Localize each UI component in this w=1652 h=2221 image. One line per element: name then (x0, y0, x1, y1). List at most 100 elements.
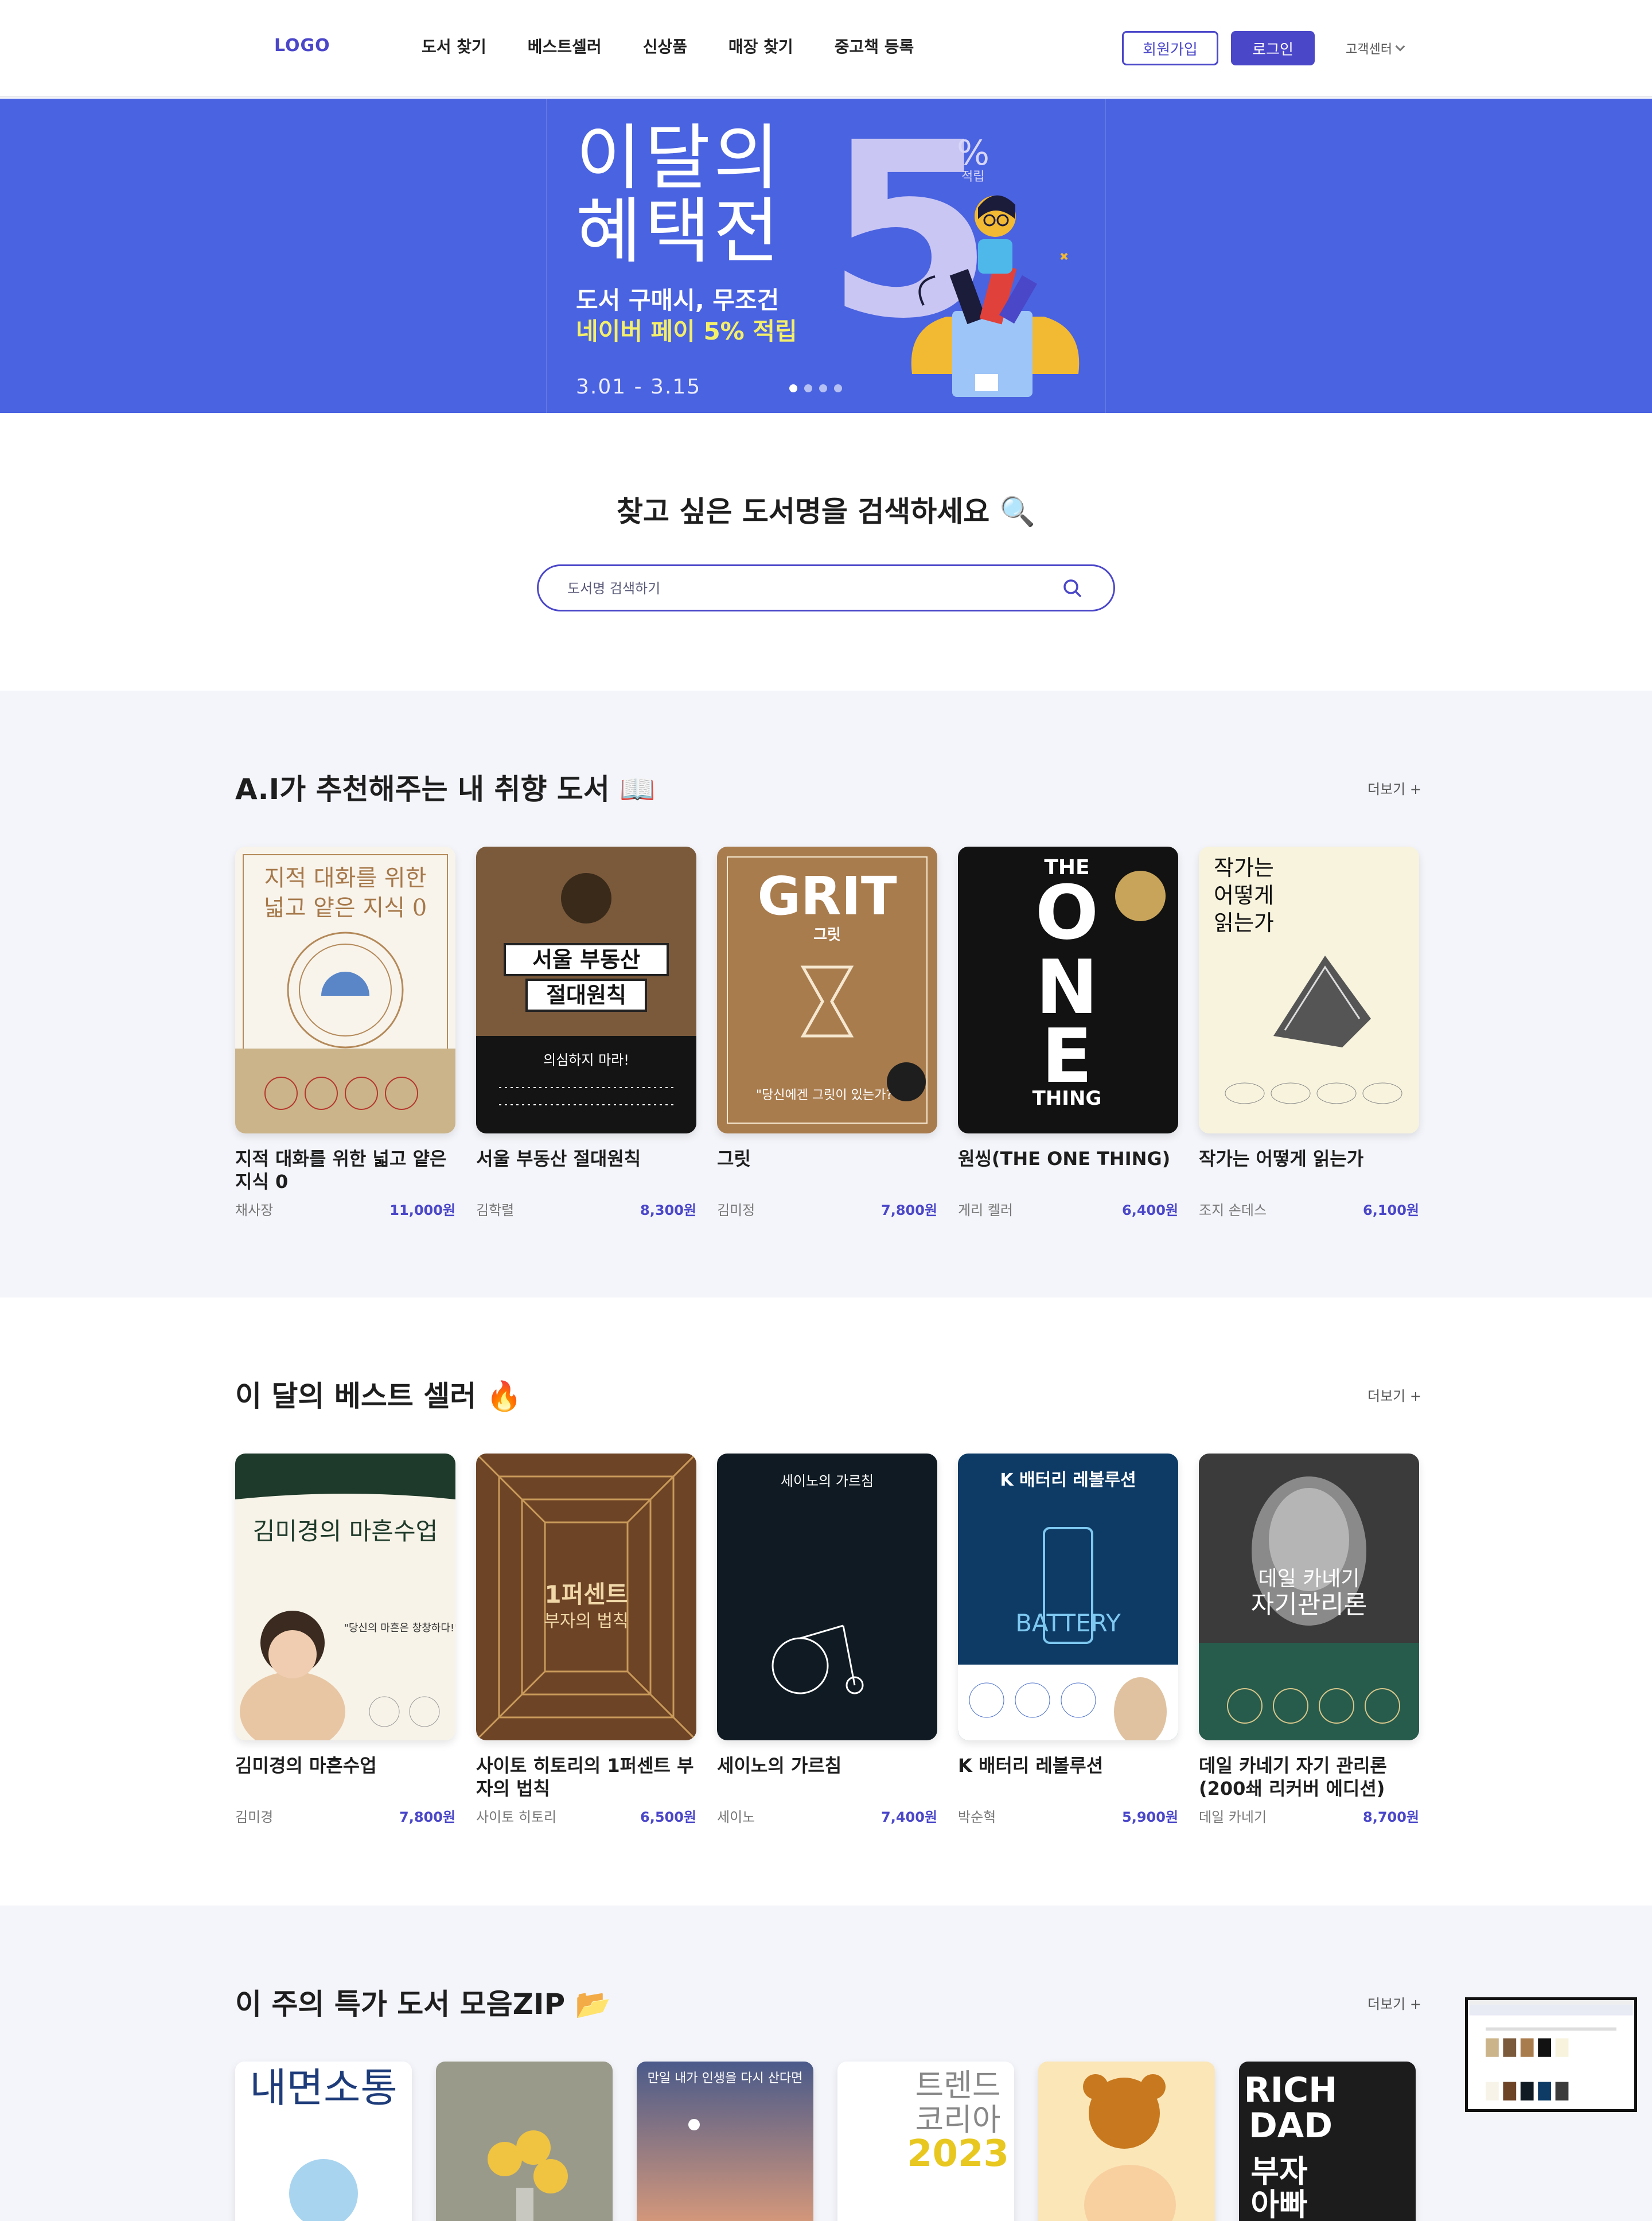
book-cover[interactable]: 1퍼센트 부자의 법칙 (476, 1454, 696, 1740)
book-price: 6,400원 (1122, 1202, 1178, 1218)
slide-dot-4[interactable] (834, 384, 842, 392)
nav-bestseller[interactable]: 베스트셀러 (528, 34, 602, 57)
nav-find-books[interactable]: 도서 찾기 (422, 34, 486, 57)
svg-text:2023: 2023 (907, 2133, 1009, 2175)
book-card[interactable]: 김미경의 마흔수업 "당신의 마흔은 창창하다!" 김미경의 마흔수업 김미경 … (235, 1454, 455, 1826)
book-cover[interactable]: 내면소통 (235, 2062, 412, 2221)
nav-used-book-register[interactable]: 중고책 등록 (835, 34, 914, 57)
book-cover[interactable]: 트렌드 코리아 2023 (837, 2062, 1014, 2221)
page-minimap[interactable] (1465, 1997, 1637, 2112)
svg-text:그릿: 그릿 (813, 926, 841, 944)
cover-art: THE O N E THING (958, 847, 1178, 1133)
book-price: 7,800원 (399, 1809, 455, 1825)
book-author: 사이토 히토리 (476, 1809, 557, 1825)
book-meta: 게리 켈러 6,400원 (958, 1199, 1178, 1219)
slide-dot-3[interactable] (819, 384, 827, 392)
hero-banner[interactable]: 5 % 적립 이달의 혜택전 도서 구매시, 무조건 네이버 페이 5% 적립 … (0, 99, 1652, 413)
bestseller-section: 이 달의 베스트 셀러 🔥 더보기 + 김미경의 마흔수업 "당신의 마흔은 창… (0, 1297, 1652, 1906)
hero-title-line2: 혜택전 (576, 190, 783, 273)
book-author: 세이노 (717, 1809, 755, 1825)
cover-art: RICH DAD 부자 아빠 (1239, 2062, 1416, 2221)
svg-text:1퍼센트: 1퍼센트 (544, 1580, 628, 1608)
book-cover[interactable]: 지적 대화를 위한 넓고 얕은 지식 0 (235, 847, 455, 1133)
cover-art: 작가는 어떻게 읽는가 (1199, 847, 1419, 1133)
book-cover[interactable]: 세이노의 가르침 (717, 1454, 937, 1740)
book-card[interactable]: GRIT 그릿 "당신에겐 그릿이 있는가?" 그릿 김미정 7,800원 (717, 847, 937, 1219)
section-title: A.I가 추천해주는 내 취향 도서 📖 (235, 773, 656, 806)
cover-art: 내면소통 (235, 2062, 412, 2221)
book-title[interactable]: 서울 부동산 절대원칙 (476, 1147, 696, 1193)
book-row: 내면소통 만일 내가 인생을 다시 산다면 트렌드 코리아 2023 RICH … (235, 2062, 1416, 2221)
nav-find-store[interactable]: 매장 찾기 (728, 34, 793, 57)
book-cover[interactable]: 데일 카네기 자기관리론 (1199, 1454, 1419, 1740)
book-title[interactable]: 세이노의 가르침 (717, 1754, 937, 1800)
book-title[interactable]: 작가는 어떻게 읽는가 (1199, 1147, 1419, 1193)
cover-art: 서울 부동산 절대원칙 의심하지 마라! (476, 847, 696, 1133)
svg-text:K 배터리 레볼루션: K 배터리 레볼루션 (1000, 1470, 1136, 1490)
book-card[interactable]: THE O N E THING 원씽(THE ONE THING) 게리 켈러 … (958, 847, 1178, 1219)
svg-text:의심하지 마라!: 의심하지 마라! (543, 1052, 629, 1068)
hero-title: 이달의 혜택전 (576, 122, 782, 268)
book-cover[interactable] (436, 2062, 613, 2221)
slide-dot-2[interactable] (804, 384, 812, 392)
book-cover[interactable]: GRIT 그릿 "당신에겐 그릿이 있는가?" (717, 847, 937, 1133)
book-card[interactable]: K 배터리 레볼루션 BATTERY K 배터리 레볼루션 박순혁 5,900원 (958, 1454, 1178, 1826)
book-title[interactable]: 김미경의 마흔수업 (235, 1754, 455, 1800)
more-link[interactable]: 더보기 + (1367, 1385, 1421, 1405)
chevron-down-icon (1395, 41, 1405, 52)
book-price: 11,000원 (389, 1202, 455, 1218)
book-title[interactable]: 지적 대화를 위한 넓고 얕은 지식 0 (235, 1147, 455, 1193)
svg-text:만일 내가 인생을 다시 산다면: 만일 내가 인생을 다시 산다면 (648, 2071, 803, 2086)
search-input[interactable] (567, 576, 1003, 601)
login-button[interactable]: 로그인 (1231, 31, 1315, 65)
nav-new-products[interactable]: 신상품 (643, 34, 687, 57)
svg-text:GRIT: GRIT (757, 866, 897, 927)
book-card[interactable]: 서울 부동산 절대원칙 의심하지 마라! 서울 부동산 절대원칙 김학렬 8,3… (476, 847, 696, 1219)
logo[interactable]: LOGO (274, 36, 330, 56)
book-price: 6,100원 (1363, 1202, 1419, 1218)
book-cover[interactable]: THE O N E THING (958, 847, 1178, 1133)
section-title: 이 달의 베스트 셀러 🔥 (235, 1380, 522, 1413)
svg-text:자기관리론: 자기관리론 (1251, 1590, 1367, 1619)
book-meta: 세이노 7,400원 (717, 1806, 937, 1826)
book-title[interactable]: 사이토 히토리의 1퍼센트 부자의 법칙 (476, 1754, 696, 1800)
book-title[interactable]: 원씽(THE ONE THING) (958, 1147, 1178, 1193)
cover-art: 데일 카네기 자기관리론 (1199, 1454, 1419, 1740)
book-row: 김미경의 마흔수업 "당신의 마흔은 창창하다!" 김미경의 마흔수업 김미경 … (235, 1454, 1419, 1826)
slide-dot-1[interactable] (789, 384, 797, 392)
customer-center-dropdown[interactable]: 고객센터 (1346, 39, 1405, 57)
book-card[interactable]: 지적 대화를 위한 넓고 얕은 지식 0 지적 대화를 위한 넓고 얕은 지식 … (235, 847, 455, 1219)
book-meta: 박순혁 5,900원 (958, 1806, 1178, 1826)
book-cover[interactable]: 김미경의 마흔수업 "당신의 마흔은 창창하다!" (235, 1454, 455, 1740)
minimap-preview (1469, 2000, 1633, 2109)
book-cover[interactable] (1038, 2062, 1215, 2221)
signup-button[interactable]: 회원가입 (1122, 31, 1218, 65)
book-cover[interactable]: K 배터리 레볼루션 BATTERY (958, 1454, 1178, 1740)
special-deals-section: 이 주의 특가 도서 모음ZIP 📂 더보기 + 내면소통 만일 내가 인생을 … (0, 1906, 1652, 2221)
book-author: 김미경 (235, 1809, 274, 1825)
svg-text:"당신의 마흔은 창창하다!": "당신의 마흔은 창창하다!" (344, 1622, 455, 1634)
book-card[interactable]: 1퍼센트 부자의 법칙 사이토 히토리의 1퍼센트 부자의 법칙 사이토 히토리… (476, 1454, 696, 1826)
book-card[interactable]: 데일 카네기 자기관리론 데일 카네기 자기 관리론(200쇄 리커버 에디션)… (1199, 1454, 1419, 1826)
section-title: 이 주의 특가 도서 모음ZIP 📂 (235, 1988, 611, 2021)
book-card[interactable]: 작가는 어떻게 읽는가 작가는 어떻게 읽는가 조지 손데스 6,100원 (1199, 847, 1419, 1219)
more-link[interactable]: 더보기 + (1367, 778, 1421, 798)
book-title[interactable]: 데일 카네기 자기 관리론(200쇄 리커버 에디션) (1199, 1754, 1419, 1800)
book-title[interactable]: K 배터리 레볼루션 (958, 1754, 1178, 1800)
book-title[interactable]: 그릿 (717, 1147, 937, 1193)
book-author: 데일 카네기 (1199, 1809, 1267, 1825)
book-card[interactable]: 세이노의 가르침 세이노의 가르침 세이노 7,400원 (717, 1454, 937, 1826)
cover-art: 김미경의 마흔수업 "당신의 마흔은 창창하다!" (235, 1454, 455, 1740)
more-link[interactable]: 더보기 + (1367, 1993, 1421, 2013)
book-cover[interactable]: 만일 내가 인생을 다시 산다면 (637, 2062, 813, 2221)
cover-art: 트렌드 코리아 2023 (837, 2062, 1014, 2221)
cover-art: 1퍼센트 부자의 법칙 (476, 1454, 696, 1740)
search-icon[interactable] (1058, 574, 1087, 603)
book-meta: 사이토 히토리 6,500원 (476, 1806, 696, 1826)
cover-art: 지적 대화를 위한 넓고 얕은 지식 0 (235, 847, 455, 1133)
book-cover[interactable]: 서울 부동산 절대원칙 의심하지 마라! (476, 847, 696, 1133)
book-cover[interactable]: 작가는 어떻게 읽는가 (1199, 847, 1419, 1133)
book-cover[interactable]: RICH DAD 부자 아빠 (1239, 2062, 1416, 2221)
search-title: 찾고 싶은 도서명을 검색하세요 🔍 (617, 495, 1035, 528)
book-meta: 채사장 11,000원 (235, 1199, 455, 1219)
